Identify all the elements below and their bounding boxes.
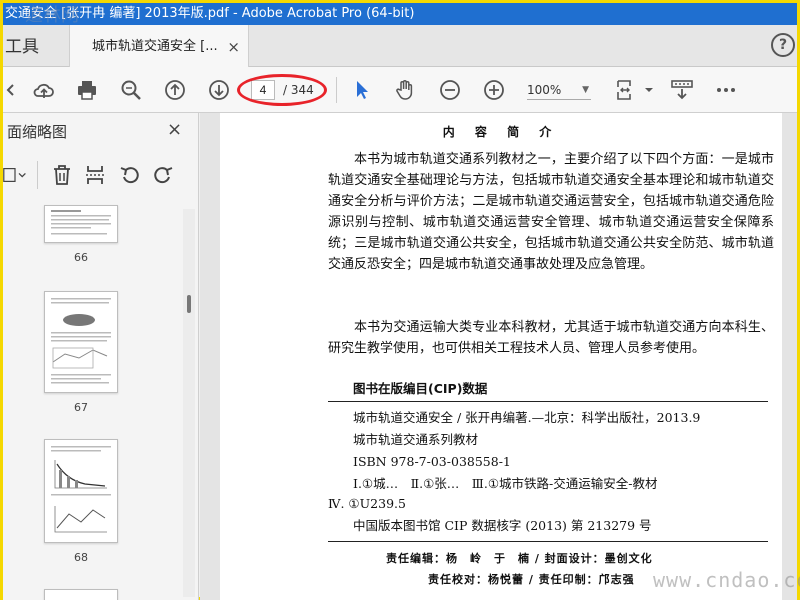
thumbnail-label: 68 (74, 551, 88, 564)
credits-line-1: 责任编辑：杨 岭 于 楠 / 封面设计：墨创文化 (386, 552, 653, 565)
page-thumbnails-panel: 面缩略图 × 66 67 68 (3, 113, 199, 600)
thumbnail-page-69[interactable] (44, 589, 118, 600)
cip-line: ISBN 978-7-03-038558-1 (353, 454, 511, 469)
tab-bar: 工具 城市轨道交通安全 [... × ? (3, 25, 797, 68)
thumbnail-page-66[interactable] (44, 205, 118, 243)
document-viewer[interactable]: 内 容 简 介 本书为城市轨道交通系列教材之一，主要介绍了以下四个方面：一是城市… (200, 113, 797, 600)
close-tab-icon[interactable]: × (227, 25, 240, 69)
zoom-in-icon[interactable] (482, 78, 506, 102)
pdf-page: 内 容 简 介 本书为城市轨道交通系列教材之一，主要介绍了以下四个方面：一是城市… (220, 113, 782, 600)
thumbnail-label: 67 (74, 401, 88, 414)
tab-document[interactable]: 城市轨道交通安全 [... × (69, 25, 249, 68)
cip-line: 城市轨道交通系列教材 (353, 432, 479, 447)
intro-heading: 内 容 简 介 (442, 125, 560, 139)
chevron-down-icon[interactable] (637, 78, 653, 102)
select-arrow-icon[interactable] (350, 78, 374, 102)
fit-page-icon[interactable] (613, 78, 637, 102)
watermark-bottom-right: www.cndao.com (653, 568, 800, 592)
more-icon[interactable] (714, 78, 738, 102)
thumbnail-scrollbar[interactable] (183, 209, 195, 597)
panel-title: 面缩略图 (7, 123, 68, 141)
thumbnail-label: 66 (74, 251, 88, 264)
thumbnail-options-dropdown[interactable] (3, 163, 33, 187)
zoom-level-value: 100% (527, 83, 562, 97)
extract-pages-icon[interactable] (83, 163, 107, 187)
window-title: 交通安全 [张开冉 编著] 2013年版.pdf - Adobe Acrobat… (3, 3, 797, 25)
thumbnail-list: 66 67 68 (3, 201, 199, 600)
tab-tools[interactable]: 工具 (3, 25, 39, 67)
cip-heading: 图书在版编目(CIP)数据 (353, 381, 488, 396)
cip-line: 中国版本图书馆 CIP 数据核字 (2013) 第 213279 号 (353, 518, 652, 533)
chevron-left-icon[interactable] (3, 78, 27, 102)
zoom-out-icon[interactable] (438, 78, 462, 102)
intro-paragraph-2: 本书为交通运输大类专业本科教材，尤其适于城市轨道交通方向本科生、研究生教学使用，… (328, 320, 774, 356)
thumbnail-page-67[interactable] (44, 291, 118, 393)
chevron-down-icon: ▼ (582, 85, 589, 95)
hand-icon[interactable] (393, 78, 417, 102)
next-page-icon[interactable] (207, 78, 231, 102)
panel-divider (37, 161, 38, 189)
thumbnail-page-68[interactable] (44, 439, 118, 543)
help-icon[interactable]: ? (771, 33, 795, 57)
cip-line: 城市轨道交通安全 / 张开冉编著.—北京：科学出版社，2013.9 (353, 410, 701, 425)
cloud-upload-icon[interactable] (32, 78, 56, 102)
scroll-mode-icon[interactable] (670, 78, 694, 102)
cip-bottom-rule (328, 541, 768, 542)
cip-top-rule (328, 401, 768, 402)
prev-page-icon[interactable] (163, 78, 187, 102)
cip-line: Ⅳ. ①U239.5 (328, 496, 406, 511)
watermark-top-left: 道林网 (25, 5, 79, 26)
highlight-annotation (237, 74, 327, 106)
tab-document-label: 城市轨道交通安全 [... (92, 39, 218, 54)
scrollbar-thumb[interactable] (187, 295, 191, 313)
trash-icon[interactable] (50, 163, 74, 187)
print-icon[interactable] (75, 78, 99, 102)
zoom-level-select[interactable]: 100% ▼ (527, 80, 591, 100)
rotate-right-icon[interactable] (151, 163, 175, 187)
cip-line: Ⅰ.①城… Ⅱ.①张… Ⅲ.①城市铁路-交通运输安全-教材 (353, 476, 658, 491)
intro-paragraph-1: 本书为城市轨道交通系列教材之一，主要介绍了以下四个方面：一是城市轨道交通安全基础… (328, 152, 774, 272)
toolbar-divider (336, 77, 337, 103)
toolbar: / 344 100% ▼ (3, 67, 797, 113)
zoom-search-icon[interactable] (119, 78, 143, 102)
close-panel-icon[interactable]: × (167, 119, 182, 140)
credits-line-2: 责任校对：杨悦蕾 / 责任印制：邝志强 (428, 573, 635, 586)
panel-toolbar (3, 159, 199, 193)
rotate-left-icon[interactable] (118, 163, 142, 187)
